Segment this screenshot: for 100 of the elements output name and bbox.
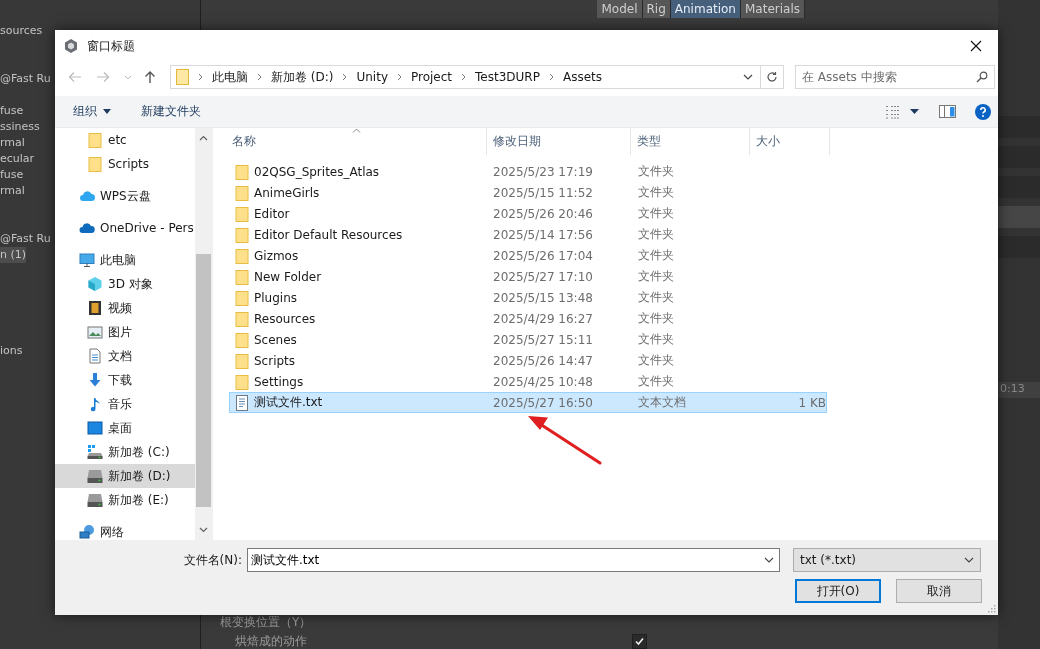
breadcrumb[interactable]: 新加卷 (D:) xyxy=(271,68,334,86)
file-row[interactable]: Scenes 2025/5/27 15:11 文件夹 xyxy=(229,329,827,350)
breadcrumb[interactable]: Unity xyxy=(356,70,388,84)
hierarchy-item[interactable]: ecular xyxy=(0,151,35,167)
folder-icon xyxy=(235,268,249,285)
navigation-item[interactable]: 文档 xyxy=(55,344,195,368)
chevron-icon[interactable] xyxy=(257,73,262,81)
chevron-icon[interactable] xyxy=(397,73,402,81)
dropdown-icon[interactable] xyxy=(764,557,774,563)
open-button[interactable]: 打开(O) xyxy=(795,579,881,603)
checkbox[interactable] xyxy=(632,633,647,649)
file-row[interactable]: Resources 2025/4/29 16:27 文件夹 xyxy=(229,308,827,329)
navigation-item[interactable]: 新加卷 (C:) xyxy=(55,440,195,464)
column-header[interactable]: 类型 xyxy=(631,128,750,155)
scroll-up-icon[interactable] xyxy=(199,135,208,141)
scrollbar[interactable] xyxy=(195,128,212,540)
folder-icon xyxy=(176,69,189,85)
cancel-button[interactable]: 取消 xyxy=(896,579,982,603)
close-icon xyxy=(969,40,982,52)
file-row[interactable]: Editor 2025/5/26 20:46 文件夹 xyxy=(229,203,827,224)
search-field[interactable]: 在 Assets 中搜索 xyxy=(795,65,995,89)
hierarchy-item[interactable]: ssiness xyxy=(0,119,40,135)
resize-grip-icon[interactable] xyxy=(988,605,996,613)
navigation-item[interactable]: 下载 xyxy=(55,368,195,392)
desktop-icon xyxy=(87,420,103,436)
navigation-item[interactable]: 图片 xyxy=(55,320,195,344)
breadcrumb[interactable]: 此电脑 xyxy=(212,68,248,86)
window-title: 窗口标题 xyxy=(87,37,136,55)
hierarchy-item[interactable]: n (1) xyxy=(0,247,27,263)
hierarchy-item[interactable]: sources xyxy=(0,23,43,39)
file-type-dropdown[interactable]: txt (*.txt) xyxy=(793,548,981,572)
address-bar[interactable]: 此电脑 新加卷 (D:) Unity Project Test3DURP Assets xyxy=(170,65,784,89)
hierarchy-item[interactable]: rmal xyxy=(0,183,25,199)
file-row[interactable]: New Folder 2025/5/27 17:10 文件夹 xyxy=(229,266,827,287)
hierarchy-item[interactable]: fuse xyxy=(0,103,24,119)
hierarchy-item[interactable]: fuse xyxy=(0,167,24,183)
hierarchy-item[interactable]: @Fast Ru xyxy=(0,71,51,87)
scroll-thumb[interactable] xyxy=(196,254,211,507)
help-button[interactable] xyxy=(975,103,991,120)
file-row[interactable]: Gizmos 2025/5/26 17:04 文件夹 xyxy=(229,245,827,266)
column-header[interactable]: 修改日期 xyxy=(487,128,631,155)
navigation-item[interactable]: WPS云盘 xyxy=(55,184,195,208)
inspector-tab[interactable]: Materials xyxy=(741,0,805,18)
file-name: New Folder xyxy=(254,269,322,284)
navigation-item[interactable]: 桌面 xyxy=(55,416,195,440)
file-row[interactable]: Plugins 2025/5/15 13:48 文件夹 xyxy=(229,287,827,308)
file-type: 文件夹 xyxy=(638,374,674,388)
breadcrumb[interactable]: Test3DURP xyxy=(475,70,540,84)
network-icon xyxy=(79,524,95,540)
chevron-icon[interactable] xyxy=(548,73,554,81)
navigation-item[interactable]: 此电脑 xyxy=(55,248,195,272)
file-name: Scenes xyxy=(254,332,297,347)
hierarchy-item[interactable]: ions xyxy=(0,343,23,359)
hierarchy-item[interactable]: @Fast Ru xyxy=(0,231,51,247)
cube-icon xyxy=(87,276,103,292)
refresh-icon xyxy=(766,71,778,83)
chevron-icon[interactable] xyxy=(198,73,203,81)
navigation-item[interactable]: 新加卷 (E:) xyxy=(55,488,195,512)
dropdown-icon[interactable] xyxy=(743,74,753,80)
hierarchy-item[interactable]: rmal xyxy=(0,135,25,151)
new-folder-button[interactable]: 新建文件夹 xyxy=(141,103,201,120)
file-row[interactable]: 02QSG_Sprites_Atlas 2025/5/23 17:19 文件夹 xyxy=(229,161,827,182)
modified-date: 2025/5/26 17:04 xyxy=(493,248,593,263)
navigation-item[interactable]: 视频 xyxy=(55,296,195,320)
chevron-icon[interactable] xyxy=(461,73,467,81)
folder-icon xyxy=(235,352,249,369)
navigation-item[interactable]: OneDrive - Pers xyxy=(55,216,195,240)
navigation-item[interactable]: 音乐 xyxy=(55,392,195,416)
file-row[interactable]: Settings 2025/4/25 10:48 文件夹 xyxy=(229,371,827,392)
inspector-tab[interactable]: Animation xyxy=(670,0,741,18)
navigation-item[interactable]: 网络 xyxy=(55,520,195,540)
preview-pane-icon[interactable] xyxy=(939,105,956,118)
file-row[interactable]: Scripts 2025/5/26 14:47 文件夹 xyxy=(229,350,827,371)
up-icon[interactable] xyxy=(144,70,156,84)
modified-date: 2025/5/27 15:11 xyxy=(493,332,593,347)
file-name: Plugins xyxy=(254,290,297,305)
column-header[interactable]: 名称 xyxy=(213,128,487,155)
folder-icon xyxy=(235,289,249,306)
breadcrumb[interactable]: Project xyxy=(411,70,453,84)
file-row[interactable]: 测试文件.txt 2025/5/27 16:50 文本文档 1 KB xyxy=(229,392,827,413)
file-name-field[interactable]: 测试文件.txt xyxy=(247,548,780,572)
file-row[interactable]: Editor Default Resources 2025/5/14 17:56 文件夹 xyxy=(229,224,827,245)
navigation-item[interactable]: Scripts xyxy=(55,152,195,176)
organize-menu[interactable]: 组织 xyxy=(73,103,111,120)
caret-icon[interactable] xyxy=(910,109,919,114)
column-header[interactable]: 大小 xyxy=(750,128,830,155)
scroll-down-icon[interactable] xyxy=(199,527,208,533)
file-type: 文件夹 xyxy=(638,311,674,325)
view-options-icon[interactable] xyxy=(885,104,901,119)
file-name: Scripts xyxy=(254,353,296,368)
breadcrumb[interactable]: Assets xyxy=(562,70,602,84)
navigation-item[interactable]: 3D 对象 xyxy=(55,272,195,296)
inspector-tab[interactable]: Rig xyxy=(642,0,671,18)
chevron-icon[interactable] xyxy=(342,73,348,81)
file-row[interactable]: AnimeGirls 2025/5/15 11:52 文件夹 xyxy=(229,182,827,203)
inspector-tab[interactable]: Model xyxy=(597,0,643,18)
modified-date: 2025/5/27 17:10 xyxy=(493,269,593,284)
folder-icon xyxy=(235,331,249,348)
navigation-item[interactable]: etc xyxy=(55,128,195,152)
navigation-item[interactable]: 新加卷 (D:) xyxy=(55,464,195,488)
